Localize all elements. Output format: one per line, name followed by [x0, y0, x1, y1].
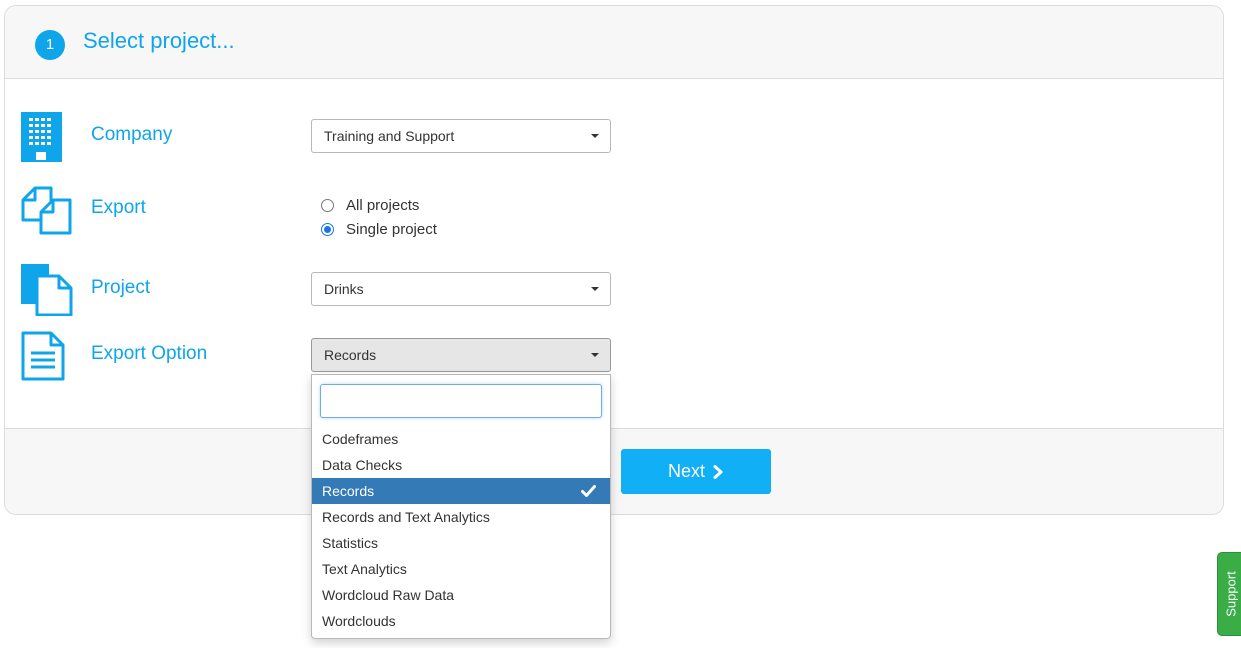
- radio-all-projects-input[interactable]: [321, 199, 334, 212]
- panel-header: 1 Select project...: [5, 6, 1223, 79]
- caret-down-icon: [591, 287, 599, 291]
- export-option-label: Export Option: [91, 343, 208, 364]
- dropdown-option-records-and-text-analytics[interactable]: Records and Text Analytics: [312, 504, 610, 530]
- project-select-value: Drinks: [324, 281, 364, 297]
- company-select-value: Training and Support: [324, 128, 455, 144]
- copy-documents-icon: [21, 186, 72, 235]
- export-option-dropdown: Codeframes Data Checks Records Records a…: [311, 374, 611, 639]
- caret-down-icon: [591, 134, 599, 138]
- select-project-panel: 1 Select project... Company Training and…: [4, 5, 1224, 515]
- project-documents-icon: [21, 264, 73, 316]
- next-button[interactable]: Next: [621, 449, 771, 494]
- export-option-select-value: Records: [324, 347, 377, 363]
- export-label: Export: [91, 197, 146, 218]
- step-number-badge: 1: [35, 30, 65, 60]
- company-label: Company: [91, 124, 173, 145]
- caret-down-icon: [591, 353, 599, 357]
- page-title: Select project...: [83, 28, 235, 53]
- checkmark-icon: [581, 485, 596, 497]
- option-label: Records: [322, 483, 375, 499]
- project-select[interactable]: Drinks: [311, 272, 611, 306]
- option-label: Data Checks: [322, 457, 403, 473]
- option-label: Text Analytics: [322, 561, 407, 577]
- building-icon: [21, 112, 62, 162]
- radio-all-projects[interactable]: All projects: [321, 197, 419, 214]
- next-button-label: Next: [667, 461, 705, 481]
- dropdown-option-text-analytics[interactable]: Text Analytics: [312, 556, 610, 582]
- export-option-select[interactable]: Records: [311, 338, 611, 372]
- radio-single-project-input[interactable]: [321, 223, 334, 236]
- dropdown-option-data-checks[interactable]: Data Checks: [312, 452, 610, 478]
- dropdown-options-list: Codeframes Data Checks Records Records a…: [312, 426, 610, 634]
- dropdown-option-wordclouds[interactable]: Wordclouds: [312, 608, 610, 634]
- project-label: Project: [91, 277, 151, 298]
- radio-single-project[interactable]: Single project: [321, 221, 437, 238]
- option-label: Statistics: [322, 535, 379, 551]
- option-label: Wordcloud Raw Data: [322, 587, 455, 603]
- dropdown-search-input[interactable]: [320, 384, 602, 418]
- option-label: Wordclouds: [322, 613, 396, 629]
- option-label: Codeframes: [322, 431, 399, 447]
- radio-all-projects-label: All projects: [346, 197, 420, 214]
- support-tab-label: Support: [1223, 571, 1239, 617]
- panel-footer: Next: [5, 428, 1223, 514]
- dropdown-option-statistics[interactable]: Statistics: [312, 530, 610, 556]
- radio-single-project-label: Single project: [346, 221, 437, 238]
- dropdown-option-codeframes[interactable]: Codeframes: [312, 426, 610, 452]
- support-tab[interactable]: Support: [1217, 552, 1241, 636]
- option-label: Records and Text Analytics: [322, 509, 490, 525]
- chevron-right-icon: [713, 464, 723, 479]
- dropdown-option-wordcloud-raw-data[interactable]: Wordcloud Raw Data: [312, 582, 610, 608]
- dropdown-option-records[interactable]: Records: [312, 478, 610, 504]
- document-lines-icon: [21, 331, 65, 381]
- company-select[interactable]: Training and Support: [311, 119, 611, 153]
